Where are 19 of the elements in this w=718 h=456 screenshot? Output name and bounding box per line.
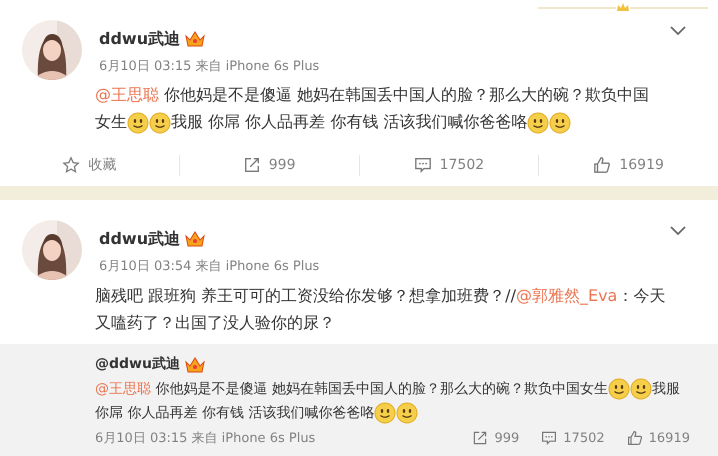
post-text: @王思聪 你他妈是不是傻逼 她妈在韩国丢中国人的脸？那么大的碗？欺负中国女生 我服 你屌 你人品再差 你有钱 活该我们喊你爸爸咯 <box>95 81 663 135</box>
action-button[interactable]: 17502 <box>414 154 484 176</box>
action-button[interactable]: 16919 <box>626 428 690 448</box>
post-meta: 6月10日 03:15 来自 iPhone 6s Plus <box>99 58 320 76</box>
action-button[interactable]: 收藏 <box>62 154 116 176</box>
post-text: @王思聪 你他妈是不是傻逼 她妈在韩国丢中国人的脸？那么大的碗？欺负中国女生 我服你屌 你人品再差 你有钱 活该我们喊你爸爸咯 <box>95 377 690 425</box>
author-name[interactable]: @ddwu武迪 <box>95 354 180 375</box>
action-button[interactable]: 999 <box>472 428 520 448</box>
author-name[interactable]: ddwu武迪 <box>99 227 180 251</box>
mention-link[interactable]: @郭雅然_Eva <box>516 286 618 305</box>
mention-link[interactable]: @王思聪 <box>95 85 159 104</box>
action-button[interactable]: 999 <box>242 154 296 176</box>
post-meta: 6月10日 03:54 来自 iPhone 6s Plus <box>99 258 320 276</box>
post-text: 脑残吧 跟班狗 养王可可的工资没给你发够？想拿加班费？//@郭雅然_Eva：今天又嗑药了？出国了没人验你的尿？ <box>95 285 666 334</box>
post-meta: 6月10日 03:15 来自 iPhone 6s Plus <box>95 430 316 448</box>
action-button[interactable]: 17502 <box>541 428 605 448</box>
author-name[interactable]: ddwu武迪 <box>99 27 180 51</box>
mention-link[interactable]: @王思聪 <box>95 381 151 397</box>
action-button[interactable]: 16919 <box>593 154 664 176</box>
